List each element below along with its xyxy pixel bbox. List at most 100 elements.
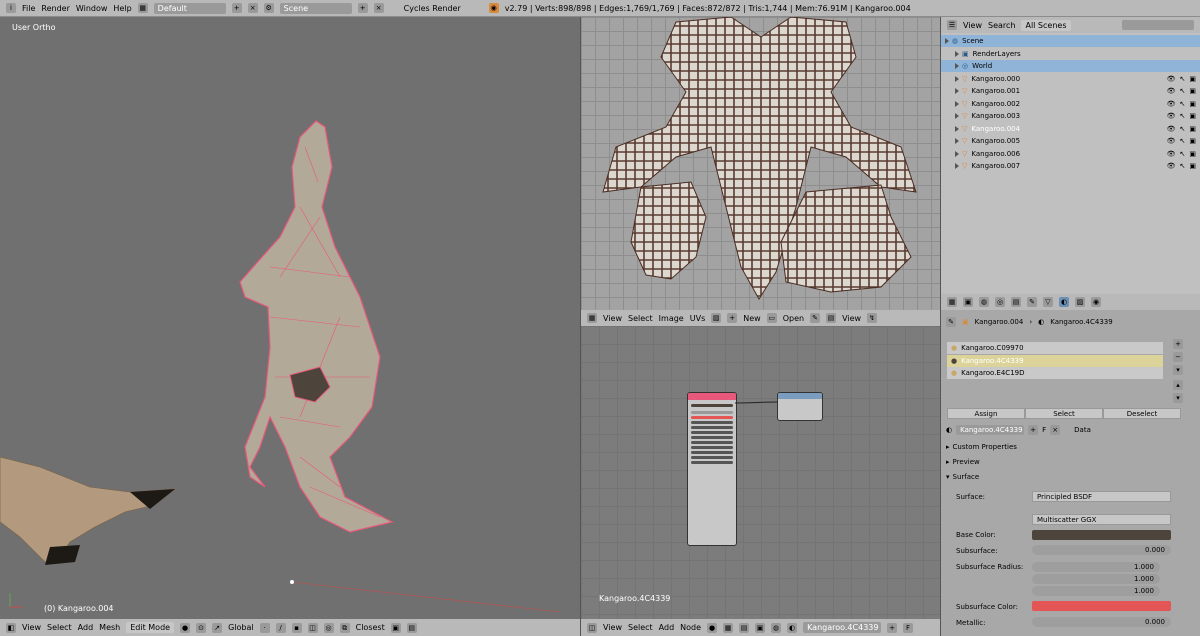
outliner-row[interactable]: ▽ Kangaroo.005 👁 ↖ ▣ bbox=[941, 135, 1200, 147]
node-field[interactable] bbox=[691, 404, 733, 407]
node-editor-type-icon[interactable]: ◫ bbox=[587, 622, 597, 633]
material-name-field[interactable]: Kangaroo.4C4339 bbox=[956, 425, 1025, 435]
node-field[interactable] bbox=[691, 431, 733, 434]
manipulator-icon[interactable]: ↗ bbox=[212, 622, 223, 633]
scene-icon[interactable]: ⚙ bbox=[263, 3, 274, 13]
outliner-row[interactable]: ▽ Kangaroo.006 👁 ↖ ▣ bbox=[941, 148, 1200, 160]
outliner-row[interactable]: ▽ Kangaroo.004 👁 ↖ ▣ bbox=[941, 123, 1200, 135]
panel-preview[interactable]: ▸ Preview bbox=[946, 458, 980, 466]
new-image-button[interactable]: New bbox=[743, 314, 760, 323]
outliner-row[interactable]: ▽ Kangaroo.002 👁 ↖ ▣ bbox=[941, 98, 1200, 110]
selectable-arrow-icon[interactable]: ↖ bbox=[1180, 100, 1186, 108]
selectable-arrow-icon[interactable]: ↖ bbox=[1180, 150, 1186, 158]
add-layout-icon[interactable]: + bbox=[231, 3, 242, 13]
kangaroo-mesh[interactable] bbox=[0, 17, 580, 619]
snap-target[interactable]: Closest bbox=[356, 623, 385, 632]
add-scene-icon[interactable]: + bbox=[357, 3, 368, 13]
menu-help[interactable]: Help bbox=[113, 4, 131, 13]
slot-down-icon[interactable]: ▾ bbox=[1173, 393, 1183, 403]
node-field[interactable] bbox=[691, 411, 733, 414]
select-button[interactable]: Select bbox=[1025, 408, 1103, 419]
face-select-icon[interactable]: ▪ bbox=[291, 622, 302, 633]
node-field[interactable] bbox=[691, 451, 733, 454]
expand-icon[interactable] bbox=[955, 125, 959, 132]
visibility-eye-icon[interactable]: 👁 bbox=[1167, 125, 1176, 133]
outliner-row[interactable]: ▽ Kangaroo.007 👁 ↖ ▣ bbox=[941, 160, 1200, 172]
expand-icon[interactable] bbox=[955, 163, 959, 169]
material-slot[interactable]: ● Kangaroo.C09970 bbox=[947, 342, 1163, 354]
subsurface-color-swatch[interactable] bbox=[1032, 601, 1171, 611]
material-unlink-icon[interactable]: × bbox=[1050, 425, 1061, 435]
uv-editor[interactable] bbox=[581, 17, 940, 310]
visibility-eye-icon[interactable]: 👁 bbox=[1167, 100, 1176, 108]
renderable-camera-icon[interactable]: ▣ bbox=[1189, 112, 1196, 120]
visibility-eye-icon[interactable]: 👁 bbox=[1167, 162, 1176, 170]
expand-icon[interactable] bbox=[955, 75, 959, 82]
render-engine[interactable]: Cycles Render bbox=[404, 4, 461, 13]
node-menu-add[interactable]: Add bbox=[659, 623, 675, 632]
selectable-arrow-icon[interactable]: ↖ bbox=[1180, 75, 1186, 83]
node-field[interactable] bbox=[691, 461, 733, 464]
fake-user-toggle[interactable]: F bbox=[1042, 426, 1046, 434]
uv-menu-select[interactable]: Select bbox=[628, 314, 653, 323]
node-fake-user-icon[interactable]: F bbox=[903, 622, 914, 633]
pin-icon[interactable]: ✎ bbox=[810, 313, 821, 323]
scene-field[interactable]: Scene bbox=[279, 2, 352, 14]
menu-select[interactable]: Select bbox=[47, 623, 72, 632]
base-color-swatch[interactable] bbox=[1032, 530, 1171, 540]
expand-icon[interactable] bbox=[955, 100, 959, 107]
subsurface-radius-x[interactable]: 1.000 bbox=[1032, 562, 1160, 572]
material-add-icon[interactable]: + bbox=[1028, 425, 1039, 435]
pivot-icon[interactable]: ⊙ bbox=[196, 622, 207, 633]
mode-select[interactable]: Edit Mode bbox=[126, 622, 175, 633]
modifier-tab-icon[interactable]: ✎ bbox=[1027, 297, 1037, 307]
shading-icon[interactable]: ● bbox=[180, 622, 191, 633]
expand-icon[interactable] bbox=[955, 113, 959, 119]
material-slot[interactable]: ● Kangaroo.E4C19D bbox=[947, 367, 1163, 379]
menu-render[interactable]: Render bbox=[41, 4, 69, 13]
slot-specials-icon[interactable]: ▾ bbox=[1173, 365, 1183, 375]
node-field[interactable] bbox=[691, 456, 733, 459]
expand-icon[interactable] bbox=[955, 150, 959, 157]
outliner-row[interactable]: ▽ Kangaroo.003 👁 ↖ ▣ bbox=[941, 110, 1200, 122]
layout-field[interactable]: Default bbox=[153, 2, 226, 14]
node-material-field[interactable]: Kangaroo.4C4339 bbox=[803, 622, 882, 633]
material-output-node[interactable] bbox=[777, 392, 823, 421]
render-tab-icon[interactable]: ▣ bbox=[963, 297, 973, 307]
node-field[interactable] bbox=[691, 416, 733, 419]
node-menu-select[interactable]: Select bbox=[628, 623, 653, 632]
visibility-eye-icon[interactable]: 👁 bbox=[1167, 112, 1176, 120]
panel-custom-properties[interactable]: ▸ Custom Properties bbox=[946, 443, 1017, 451]
outliner-row[interactable]: ◎ World bbox=[941, 60, 1200, 72]
open-image-button[interactable]: Open bbox=[783, 314, 804, 323]
menu-file[interactable]: File bbox=[22, 4, 35, 13]
orientation-select[interactable]: Global bbox=[228, 623, 254, 632]
node-field[interactable] bbox=[691, 426, 733, 429]
expand-icon[interactable] bbox=[955, 63, 959, 69]
properties-type-icon[interactable]: ▦ bbox=[947, 297, 957, 307]
layers-icon[interactable]: ▤ bbox=[406, 622, 417, 633]
distribution-select[interactable]: Multiscatter GGX bbox=[1032, 514, 1171, 525]
node-header[interactable] bbox=[778, 393, 822, 399]
breadcrumb-object[interactable]: Kangaroo.004 bbox=[975, 318, 1024, 326]
proportional-icon[interactable]: ◎ bbox=[323, 622, 334, 633]
remove-layout-icon[interactable]: × bbox=[247, 3, 258, 13]
visibility-eye-icon[interactable]: 👁 bbox=[1167, 137, 1176, 145]
outliner-row[interactable]: ◍ Scene bbox=[941, 35, 1200, 47]
layout-icon[interactable]: ▦ bbox=[137, 3, 148, 13]
outliner[interactable]: ☰ View Search All Scenes ◍ Scene ▣ RenderLa… bbox=[941, 17, 1200, 294]
node-header[interactable] bbox=[688, 393, 736, 400]
outliner-menu-view[interactable]: View bbox=[963, 21, 982, 30]
renderable-camera-icon[interactable]: ▣ bbox=[1189, 87, 1196, 95]
outliner-search-input[interactable] bbox=[1122, 20, 1194, 30]
3d-viewport[interactable]: User Ortho (0) Kangaroo.004 bbox=[0, 17, 580, 619]
uv-islands[interactable] bbox=[581, 17, 940, 310]
deselect-button[interactable]: Deselect bbox=[1103, 408, 1181, 419]
uv-view-select[interactable]: View bbox=[842, 314, 861, 323]
uv-menu-view[interactable]: View bbox=[603, 314, 622, 323]
renderable-camera-icon[interactable]: ▣ bbox=[1189, 125, 1196, 133]
selectable-arrow-icon[interactable]: ↖ bbox=[1180, 87, 1186, 95]
node-field[interactable] bbox=[691, 446, 733, 449]
outliner-type-icon[interactable]: ☰ bbox=[947, 20, 957, 30]
slot-add-icon[interactable]: + bbox=[1173, 339, 1183, 349]
